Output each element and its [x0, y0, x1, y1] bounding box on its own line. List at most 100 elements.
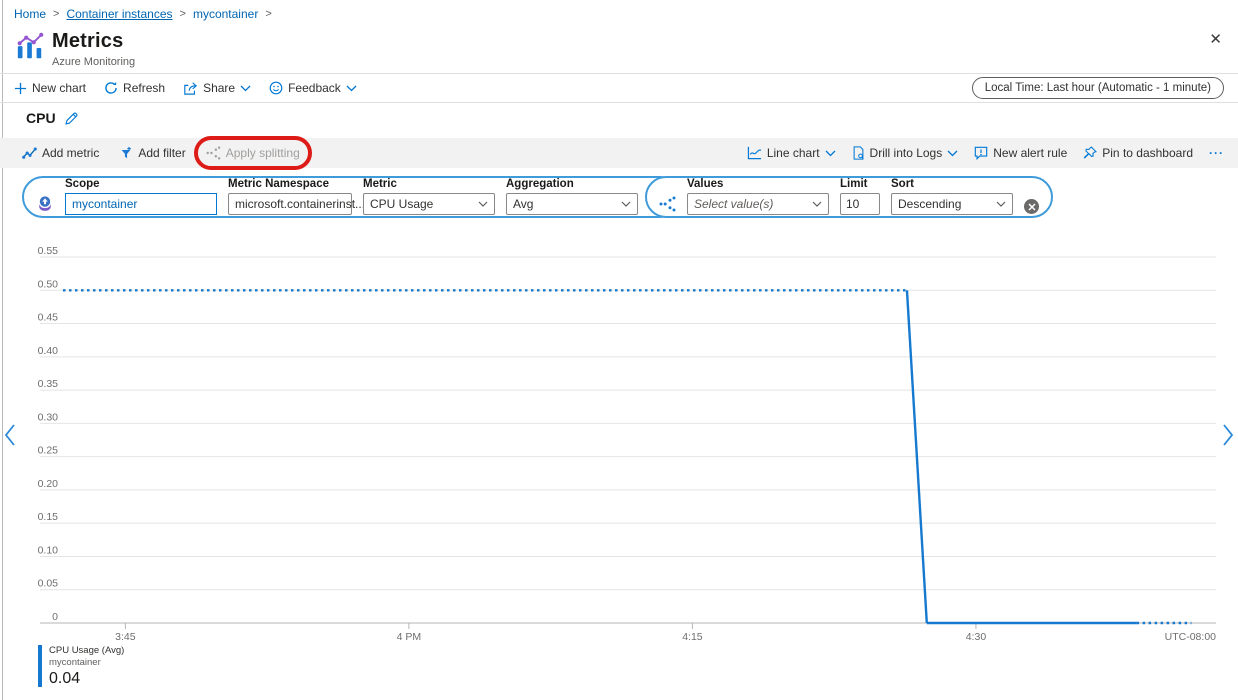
- refresh-button[interactable]: Refresh: [104, 81, 165, 95]
- metric-config-pill: Scope mycontainer Metric Namespace micro…: [22, 176, 681, 218]
- legend-series-name: CPU Usage (Avg): [49, 645, 124, 657]
- more-options-button[interactable]: ···: [1209, 146, 1224, 160]
- scope-field: Scope mycontainer: [65, 179, 217, 216]
- pin-to-dashboard-button[interactable]: Pin to dashboard: [1083, 146, 1193, 160]
- apply-splitting-button[interactable]: Apply splitting: [206, 146, 300, 160]
- breadcrumb-mycontainer[interactable]: mycontainer: [193, 7, 258, 21]
- ellipsis-icon: ···: [1209, 146, 1224, 160]
- line-chart-icon: [747, 146, 762, 160]
- feedback-label: Feedback: [288, 81, 341, 95]
- refresh-label: Refresh: [123, 81, 165, 95]
- edit-pencil-icon[interactable]: [64, 111, 79, 126]
- legend-resource-name: mycontainer: [49, 657, 124, 669]
- chevron-down-icon: [346, 85, 357, 92]
- svg-text:UTC-08:00: UTC-08:00: [1165, 631, 1217, 643]
- svg-text:0: 0: [52, 611, 58, 623]
- limit-label: Limit: [840, 179, 880, 191]
- namespace-value: microsoft.containerinst...: [235, 197, 365, 211]
- sort-value: Descending: [898, 197, 961, 211]
- line-chart-dropdown[interactable]: Line chart: [747, 146, 836, 160]
- svg-text:0.15: 0.15: [38, 511, 59, 523]
- svg-text:0.30: 0.30: [38, 411, 59, 423]
- pin-to-dashboard-label: Pin to dashboard: [1102, 146, 1193, 160]
- svg-text:0.50: 0.50: [38, 278, 59, 290]
- chart-title-row: CPU: [26, 110, 79, 126]
- new-chart-button[interactable]: New chart: [14, 81, 86, 95]
- breadcrumb-separator: >: [53, 8, 59, 20]
- breadcrumb-home[interactable]: Home: [14, 7, 46, 21]
- svg-text:0.45: 0.45: [38, 312, 59, 324]
- plus-icon: [14, 82, 27, 95]
- apply-splitting-label: Apply splitting: [226, 146, 300, 160]
- svg-text:0.55: 0.55: [38, 245, 59, 257]
- breadcrumb-separator: >: [180, 8, 186, 20]
- add-metric-button[interactable]: Add metric: [22, 146, 99, 160]
- limit-field: Limit 10: [840, 179, 880, 216]
- add-filter-button[interactable]: Add filter: [119, 146, 185, 160]
- metric-label: Metric: [363, 179, 495, 191]
- pin-icon: [1083, 146, 1097, 160]
- close-icon[interactable]: ✕: [1209, 32, 1222, 47]
- aggregation-value: Avg: [513, 197, 533, 211]
- scope-input[interactable]: mycontainer: [65, 193, 217, 215]
- line-chart-label: Line chart: [767, 146, 820, 160]
- new-alert-rule-label: New alert rule: [993, 146, 1067, 160]
- chart-page-left-chevron-icon[interactable]: [3, 423, 16, 447]
- chevron-down-icon: [812, 201, 822, 207]
- share-label: Share: [203, 81, 235, 95]
- sort-select[interactable]: Descending: [891, 193, 1013, 215]
- logs-document-icon: [852, 146, 865, 160]
- metric-select[interactable]: CPU Usage: [363, 193, 495, 215]
- remove-splitting-icon[interactable]: [1024, 199, 1039, 214]
- sort-label: Sort: [891, 179, 1013, 191]
- aggregation-select[interactable]: Avg: [506, 193, 638, 215]
- drill-into-logs-label: Drill into Logs: [870, 146, 943, 160]
- page-subtitle: Azure Monitoring: [52, 56, 135, 68]
- chevron-down-icon: [947, 150, 958, 157]
- svg-text:0.40: 0.40: [38, 345, 59, 357]
- legend-value: 0.04: [49, 670, 124, 688]
- svg-text:4:15: 4:15: [682, 631, 703, 643]
- add-metric-label: Add metric: [42, 146, 99, 160]
- svg-text:0.25: 0.25: [38, 445, 59, 457]
- share-button[interactable]: Share: [183, 81, 251, 95]
- alert-icon: [974, 146, 988, 160]
- apply-splitting-icon: [206, 146, 221, 160]
- filter-funnel-icon: [119, 146, 133, 160]
- refresh-icon: [104, 81, 118, 95]
- metrics-app-icon: [15, 32, 45, 62]
- namespace-label: Metric Namespace: [228, 179, 352, 191]
- feedback-button[interactable]: Feedback: [269, 81, 357, 95]
- legend-color-bar: [38, 645, 42, 687]
- drill-into-logs-dropdown[interactable]: Drill into Logs: [852, 146, 959, 160]
- aggregation-label: Aggregation: [506, 179, 638, 191]
- namespace-select[interactable]: microsoft.containerinst...: [228, 193, 352, 215]
- values-select[interactable]: Select value(s): [687, 193, 829, 215]
- breadcrumb-separator: >: [265, 8, 271, 20]
- breadcrumb: Home > Container instances > mycontainer…: [14, 7, 272, 21]
- svg-text:0.05: 0.05: [38, 578, 59, 590]
- scope-label: Scope: [65, 179, 217, 191]
- splitting-config-pill: Values Select value(s) Limit 10 Sort Des…: [645, 176, 1053, 218]
- smiley-icon: [269, 81, 283, 95]
- add-filter-label: Add filter: [138, 146, 185, 160]
- new-alert-rule-button[interactable]: New alert rule: [974, 146, 1067, 160]
- chart-page-right-chevron-icon[interactable]: [1222, 423, 1235, 447]
- limit-input[interactable]: 10: [840, 193, 880, 215]
- metrics-chart[interactable]: 00.050.100.150.200.250.300.350.400.450.5…: [0, 240, 1238, 652]
- svg-text:4:30: 4:30: [966, 631, 987, 643]
- legend-item[interactable]: CPU Usage (Avg) mycontainer 0.04: [38, 645, 124, 687]
- page-title: Metrics: [52, 30, 123, 53]
- chevron-down-icon: [996, 201, 1006, 207]
- chevron-down-icon: [240, 85, 251, 92]
- time-range-picker[interactable]: Local Time: Last hour (Automatic - 1 min…: [972, 77, 1224, 99]
- splitting-icon: [659, 196, 676, 212]
- container-instance-scope-icon: [36, 195, 54, 213]
- chart-title: CPU: [26, 110, 56, 126]
- sort-field: Sort Descending: [891, 179, 1013, 216]
- svg-text:3:45: 3:45: [115, 631, 136, 643]
- values-placeholder: Select value(s): [694, 197, 773, 211]
- add-metric-icon: [22, 147, 37, 160]
- breadcrumb-container-instances[interactable]: Container instances: [66, 7, 172, 21]
- values-label: Values: [687, 179, 829, 191]
